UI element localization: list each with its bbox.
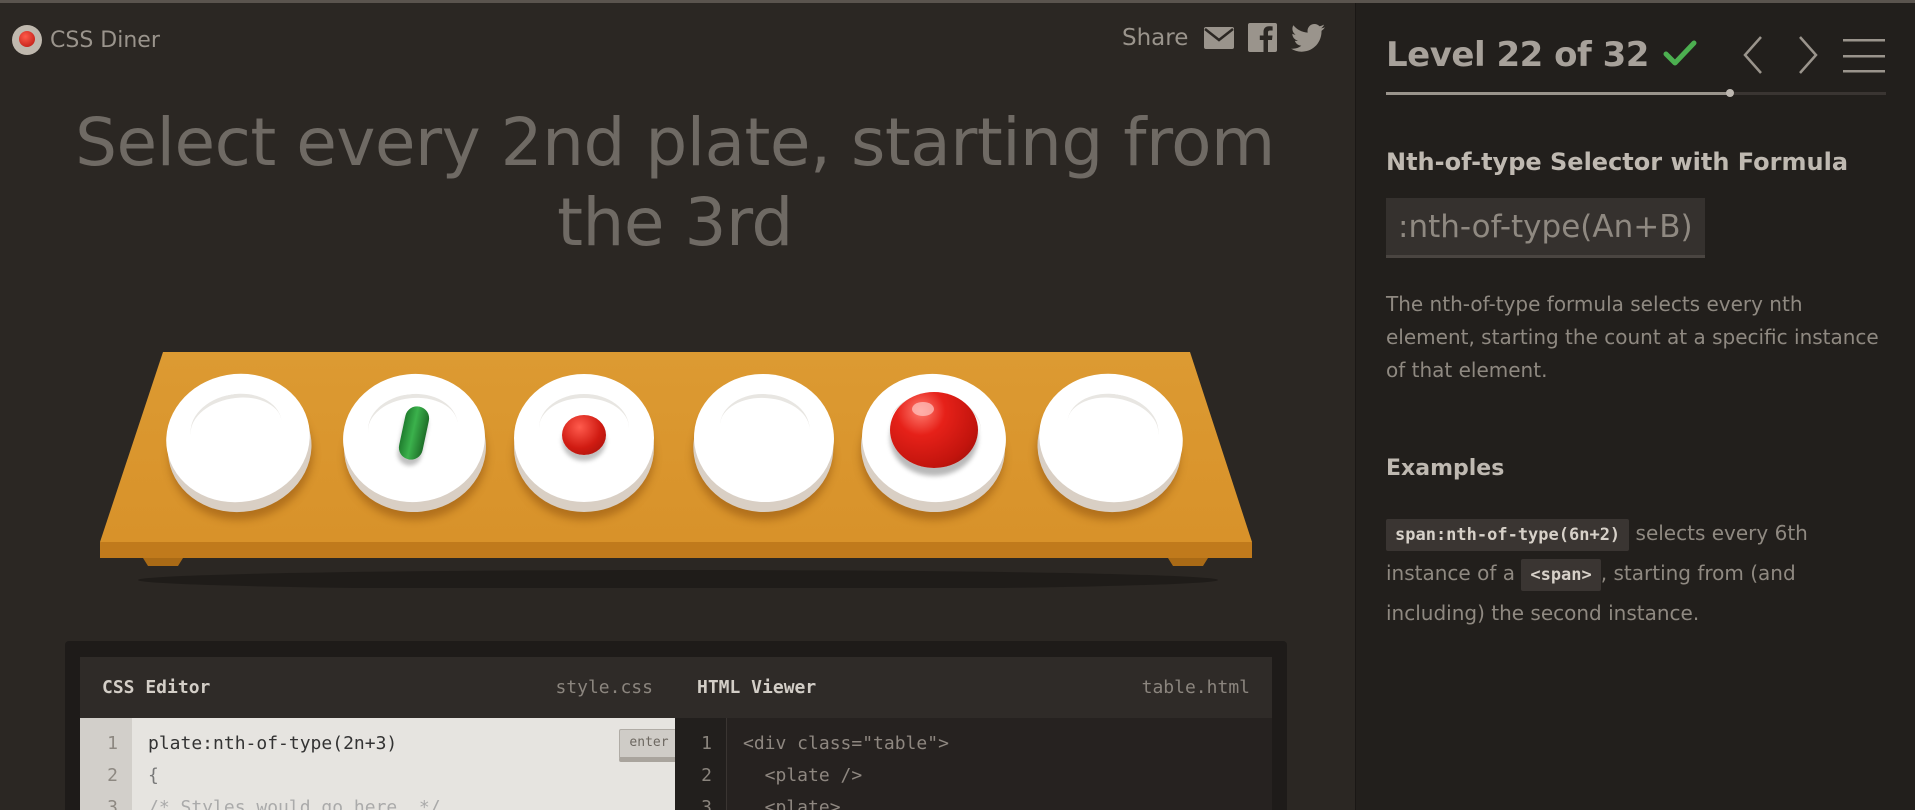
line-number: 3: [701, 797, 712, 810]
code-editor: CSS Editor style.css 1 2 3 plate:nth-of-…: [65, 641, 1287, 810]
progress-fill: [1386, 92, 1730, 95]
small-apple[interactable]: [562, 415, 606, 455]
html-code: <div class="table"> <plate /> <plate>: [743, 728, 949, 810]
css-code: plate:nth-of-type(2n+3) { /* Styles woul…: [148, 728, 441, 810]
css-file-name: style.css: [555, 677, 653, 698]
level-menu-button[interactable]: [1843, 39, 1885, 77]
line-number: 1: [107, 733, 118, 754]
chevron-left-icon: [1741, 36, 1765, 79]
mail-icon[interactable]: [1204, 26, 1235, 49]
html-line[interactable]: <plate>: [743, 792, 949, 810]
line-number: 3: [107, 797, 118, 810]
sidebar: Level 22 of 32 Nth-of-type Selector with…: [1355, 3, 1915, 810]
css-editor-body[interactable]: 1 2 3 plate:nth-of-type(2n+3) { /* Style…: [80, 718, 675, 810]
plate-rim: [1028, 362, 1194, 514]
html-line[interactable]: <div class="table">: [743, 728, 949, 760]
html-viewer-title: HTML Viewer: [697, 677, 817, 698]
html-viewer-pane: HTML Viewer table.html 1 2 3 <div class=…: [675, 657, 1272, 810]
app-name: CSS Diner: [50, 27, 160, 53]
dining-table: [98, 348, 1253, 588]
apple[interactable]: [890, 392, 978, 468]
selector-description: The nth-of-type formula selects every nt…: [1386, 292, 1879, 382]
plate[interactable]: [155, 362, 321, 514]
chevron-right-icon: [1796, 36, 1820, 79]
css-brace: {: [148, 765, 159, 786]
share-label: Share: [1122, 24, 1189, 51]
level-instruction: Select every 2nd plate, starting from th…: [75, 104, 1275, 261]
line-number: 2: [107, 765, 118, 786]
plate[interactable]: [855, 366, 1013, 510]
example-tag: <span>: [1521, 559, 1601, 591]
html-viewer-header: HTML Viewer table.html: [675, 657, 1272, 718]
enter-button[interactable]: enter: [619, 729, 675, 762]
line-number: 2: [701, 765, 712, 786]
facebook-icon[interactable]: [1248, 23, 1278, 52]
previous-level-button[interactable]: [1741, 35, 1765, 79]
html-file-name: table.html: [1141, 677, 1250, 698]
css-line-numbers: 1 2 3: [80, 718, 132, 810]
html-viewer-body: 1 2 3 <div class="table"> <plate /> <pla…: [675, 718, 1272, 810]
plate-rim: [689, 369, 839, 507]
plate-rim: [155, 362, 321, 514]
game-area: CSS Diner Share Select every 2nd plate, …: [0, 3, 1355, 810]
level-header[interactable]: Level 22 of 32: [1386, 35, 1697, 75]
css-comment: /* Styles would go here. */: [148, 797, 441, 810]
menu-icon: [1843, 39, 1885, 77]
level-progress-bar: [1386, 89, 1886, 97]
share-bar: Share: [1122, 23, 1326, 52]
plate[interactable]: [336, 366, 492, 510]
app-logo[interactable]: CSS Diner: [12, 25, 160, 55]
css-selector-input[interactable]: plate:nth-of-type(2n+3): [148, 728, 441, 760]
html-line-numbers: 1 2 3: [675, 718, 727, 810]
tomato-logo-icon: [12, 25, 42, 55]
checkmark-icon: [1663, 39, 1697, 71]
line-number: 1: [701, 733, 712, 754]
plate[interactable]: [514, 374, 654, 502]
example-code: span:nth-of-type(6n+2): [1386, 519, 1630, 551]
example: span:nth-of-type(6n+2) selects every 6th…: [1386, 513, 1896, 633]
examples-heading: Examples: [1386, 456, 1505, 481]
css-editor-header: CSS Editor style.css: [80, 657, 675, 718]
progress-marker: [1725, 89, 1734, 97]
level-indicator: Level 22 of 32: [1386, 35, 1649, 75]
plate[interactable]: [689, 369, 839, 507]
css-editor-title: CSS Editor: [102, 677, 211, 698]
twitter-icon[interactable]: [1291, 23, 1326, 52]
css-editor-pane: CSS Editor style.css 1 2 3 plate:nth-of-…: [80, 657, 675, 810]
plate[interactable]: [1028, 362, 1194, 514]
selector-name: Nth-of-type Selector with Formula: [1386, 148, 1849, 176]
next-level-button[interactable]: [1796, 35, 1820, 79]
html-line[interactable]: <plate />: [743, 760, 949, 792]
selector-syntax: :nth-of-type(An+B): [1386, 198, 1705, 258]
